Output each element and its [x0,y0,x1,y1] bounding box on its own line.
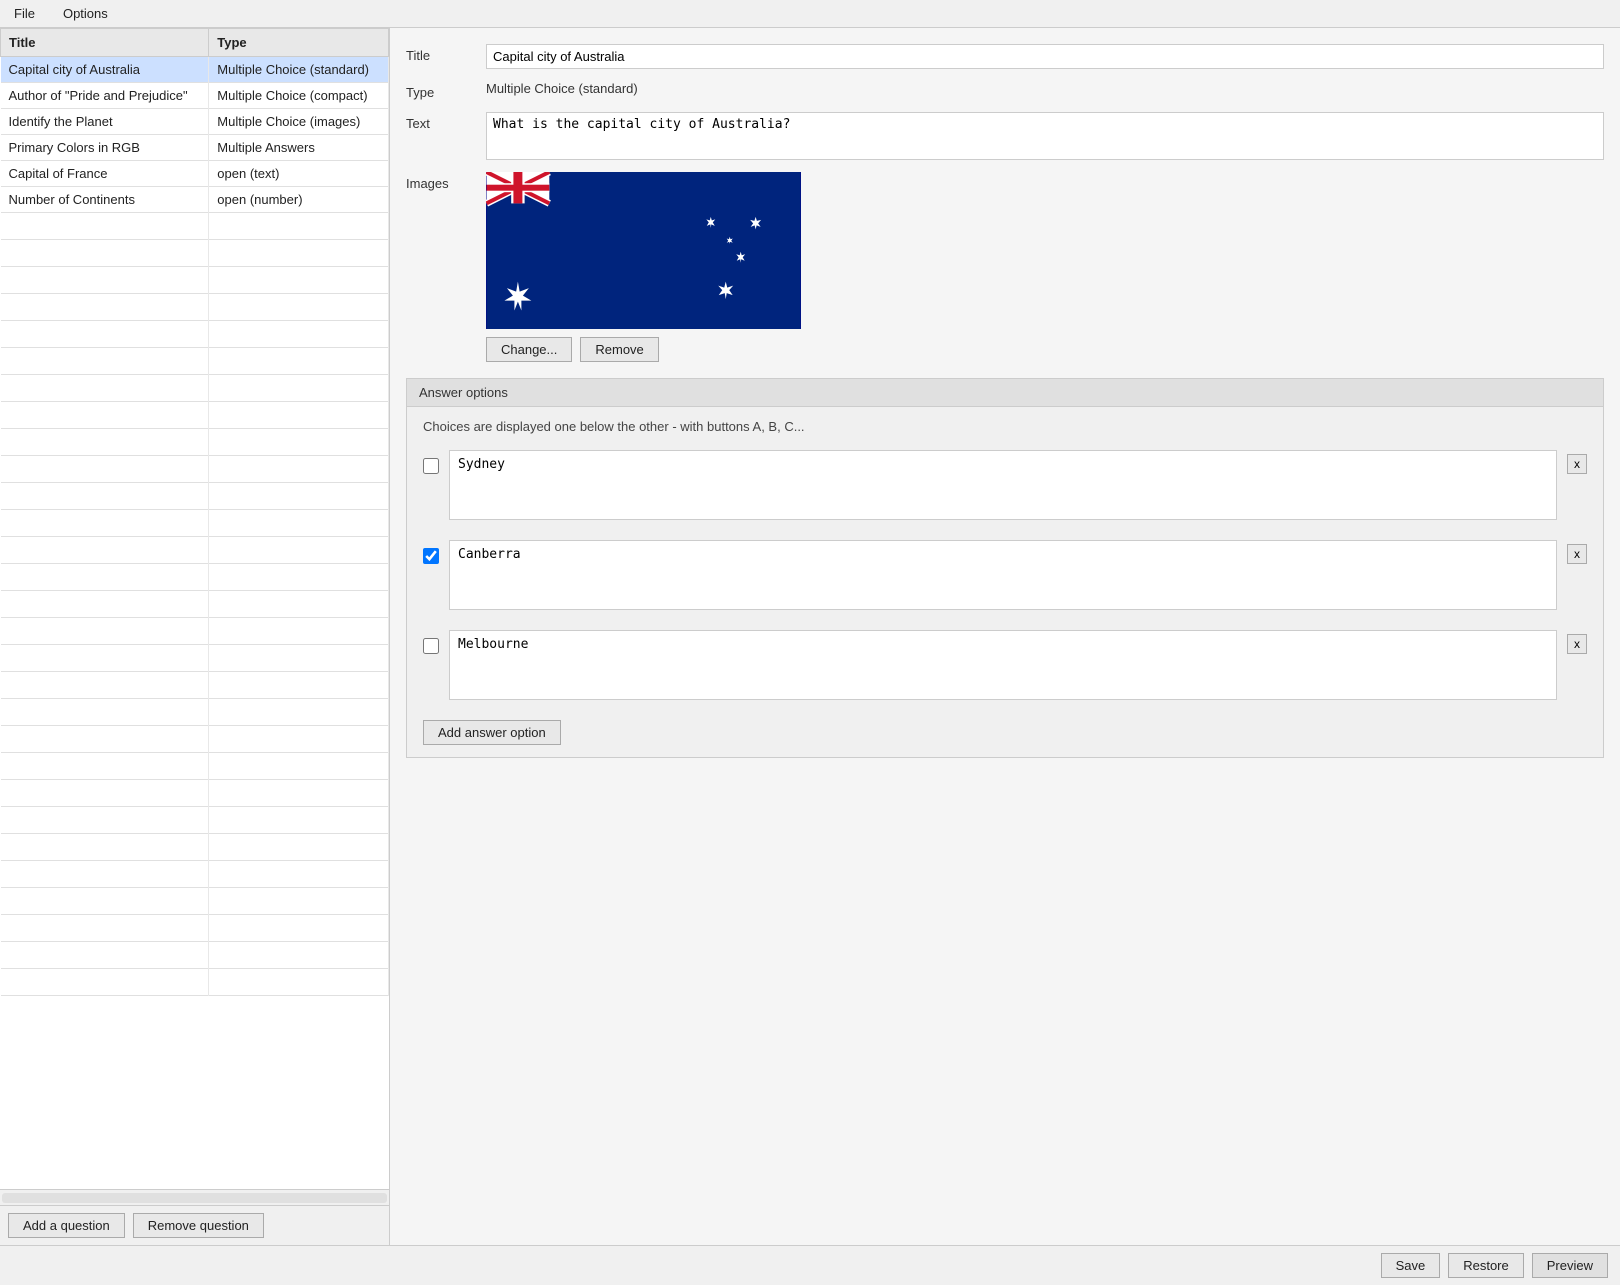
table-row [1,456,389,483]
table-row[interactable]: Identify the PlanetMultiple Choice (imag… [1,109,389,135]
answer-remove-btn-1[interactable]: x [1567,544,1587,564]
image-content: Change... Remove [486,172,1604,362]
text-label: Text [406,112,486,131]
main-container: Title Type Capital city of AustraliaMult… [0,28,1620,1245]
table-row [1,780,389,807]
answer-options-list: x x x [423,450,1587,700]
table-row [1,942,389,969]
question-title-cell: Capital of France [1,161,209,187]
answer-option-row: x [423,540,1587,610]
file-menu[interactable]: File [8,4,41,23]
title-row: Title [406,44,1604,69]
table-row [1,807,389,834]
col-type: Type [209,29,389,57]
table-row [1,591,389,618]
table-row[interactable]: Number of Continentsopen (number) [1,187,389,213]
preview-button[interactable]: Preview [1532,1253,1608,1278]
table-row [1,267,389,294]
table-row [1,321,389,348]
answer-options-body: Choices are displayed one below the othe… [407,407,1603,757]
table-row [1,537,389,564]
question-type-cell: open (number) [209,187,389,213]
question-type-cell: open (text) [209,161,389,187]
col-title: Title [1,29,209,57]
question-title-cell: Number of Continents [1,187,209,213]
table-row [1,348,389,375]
left-bottom-bar: Add a question Remove question [0,1205,389,1245]
options-menu[interactable]: Options [57,4,114,23]
answer-text-2[interactable] [449,630,1557,700]
right-panel: Title Type Multiple Choice (standard) Te… [390,28,1620,1245]
scroll-track [2,1193,387,1203]
type-row: Type Multiple Choice (standard) [406,81,1604,100]
flag-image [486,172,801,329]
add-answer-button[interactable]: Add answer option [423,720,561,745]
table-row [1,402,389,429]
table-row [1,645,389,672]
answer-text-1[interactable] [449,540,1557,610]
answer-option-row: x [423,450,1587,520]
table-row[interactable]: Capital city of AustraliaMultiple Choice… [1,57,389,83]
table-row [1,861,389,888]
table-row[interactable]: Primary Colors in RGBMultiple Answers [1,135,389,161]
answer-checkbox-1[interactable] [423,548,439,564]
table-row [1,672,389,699]
images-label: Images [406,172,486,191]
answer-option-row: x [423,630,1587,700]
table-row [1,483,389,510]
type-value: Multiple Choice (standard) [486,81,1604,96]
table-row [1,888,389,915]
bottom-bar: Save Restore Preview [0,1245,1620,1285]
table-row [1,294,389,321]
question-title-cell: Primary Colors in RGB [1,135,209,161]
question-title-cell: Identify the Planet [1,109,209,135]
text-row: Text [406,112,1604,160]
remove-image-button[interactable]: Remove [580,337,658,362]
answer-remove-btn-2[interactable]: x [1567,634,1587,654]
table-row [1,240,389,267]
answer-options-header: Answer options [407,379,1603,407]
save-button[interactable]: Save [1381,1253,1441,1278]
table-row[interactable]: Capital of Franceopen (text) [1,161,389,187]
table-row [1,726,389,753]
type-label: Type [406,81,486,100]
table-row [1,429,389,456]
title-label: Title [406,44,486,63]
title-input[interactable] [486,44,1604,69]
remove-question-button[interactable]: Remove question [133,1213,264,1238]
answer-options-section: Answer options Choices are displayed one… [406,378,1604,758]
images-row: Images [406,172,1604,362]
restore-button[interactable]: Restore [1448,1253,1524,1278]
question-type-cell: Multiple Choice (compact) [209,83,389,109]
answer-checkbox-2[interactable] [423,638,439,654]
table-row [1,915,389,942]
left-panel: Title Type Capital city of AustraliaMult… [0,28,390,1245]
table-row [1,834,389,861]
question-type-cell: Multiple Answers [209,135,389,161]
table-row [1,213,389,240]
image-buttons: Change... Remove [486,337,1604,362]
answer-checkbox-0[interactable] [423,458,439,474]
table-row [1,699,389,726]
menubar: File Options [0,0,1620,28]
horizontal-scrollbar[interactable] [0,1189,389,1205]
question-type-cell: Multiple Choice (standard) [209,57,389,83]
choices-hint: Choices are displayed one below the othe… [423,419,1587,434]
table-row [1,564,389,591]
answer-remove-btn-0[interactable]: x [1567,454,1587,474]
question-title-cell: Capital city of Australia [1,57,209,83]
question-table: Title Type Capital city of AustraliaMult… [0,28,389,1189]
table-row [1,375,389,402]
table-row[interactable]: Author of "Pride and Prejudice"Multiple … [1,83,389,109]
answer-text-0[interactable] [449,450,1557,520]
question-type-cell: Multiple Choice (images) [209,109,389,135]
table-row [1,510,389,537]
table-row [1,618,389,645]
question-title-cell: Author of "Pride and Prejudice" [1,83,209,109]
table-row [1,753,389,780]
add-question-button[interactable]: Add a question [8,1213,125,1238]
table-row [1,969,389,996]
change-image-button[interactable]: Change... [486,337,572,362]
text-input[interactable] [486,112,1604,160]
